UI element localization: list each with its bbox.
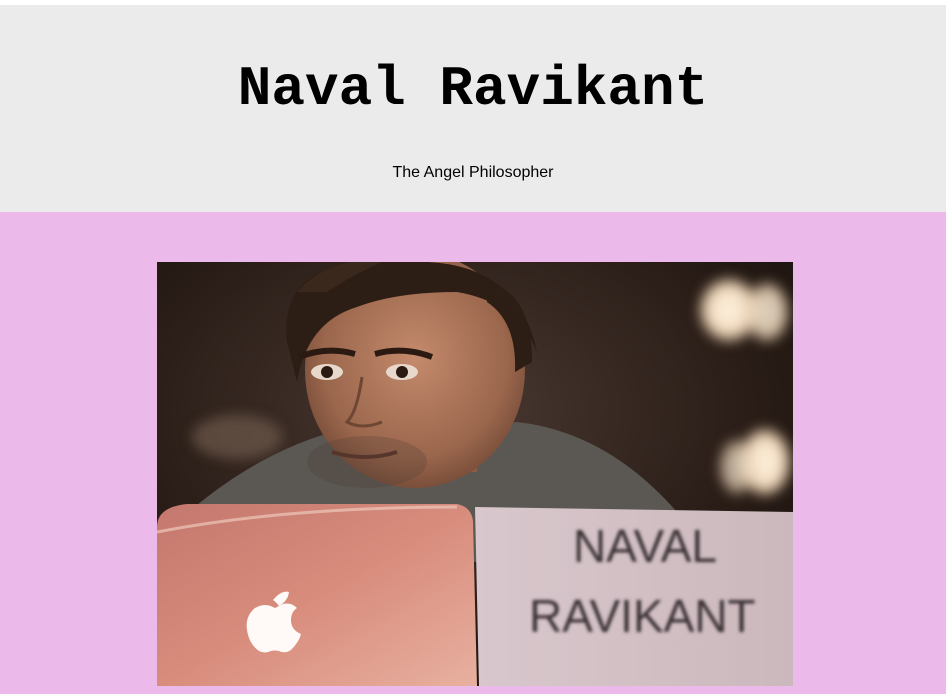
profile-photo: NAVAL RAVIKANT [157,262,793,686]
photo-sign-line-1: NAVAL [573,520,717,572]
page: Naval Ravikant The Angel Philosopher NAV… [0,0,946,694]
photo-sign-line-2: RAVIKANT [529,590,756,642]
page-title: Naval Ravikant [237,57,709,121]
page-subtitle: The Angel Philosopher [392,164,554,181]
header: Naval Ravikant The Angel Philosopher [0,5,946,212]
main-content: NAVAL RAVIKANT [0,212,946,694]
